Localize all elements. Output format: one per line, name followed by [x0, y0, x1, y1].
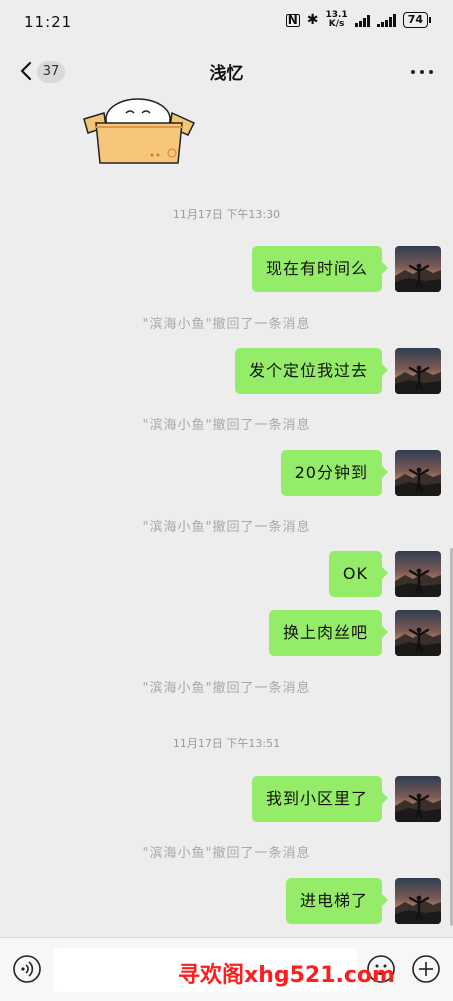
battery-icon: 74: [402, 12, 431, 28]
status-bar: 11:21 N ✱ 13.1 K/s 74: [0, 0, 453, 44]
cat-in-box-sticker[interactable]: [76, 97, 196, 167]
timestamp: 11月17日 下午13:30: [172, 208, 281, 221]
avatar[interactable]: [395, 348, 441, 394]
message-row: 发个定位我过去: [234, 348, 441, 394]
battery-level: 74: [402, 12, 428, 28]
add-icon[interactable]: [411, 954, 441, 984]
message-bubble[interactable]: OK: [328, 551, 389, 597]
message-row: 换上肉丝吧: [268, 610, 441, 656]
nfc-icon: N: [285, 12, 300, 27]
timestamp: 11月17日 下午13:51: [172, 737, 281, 750]
net-speed-unit: K/s: [328, 19, 345, 29]
avatar[interactable]: [395, 878, 441, 924]
title-bar: 37 浅忆: [0, 44, 453, 100]
more-horizontal-icon[interactable]: [411, 70, 433, 74]
recall-notice: "滨海小鱼"撤回了一条消息: [142, 418, 311, 433]
message-row: OK: [328, 551, 441, 597]
status-icons: N ✱ 13.1 K/s 74: [285, 11, 431, 29]
recall-notice: "滨海小鱼"撤回了一条消息: [142, 520, 311, 535]
chat-title: 浅忆: [209, 64, 244, 84]
message-bubble[interactable]: 换上肉丝吧: [268, 610, 389, 656]
message-bubble[interactable]: 我到小区里了: [251, 776, 389, 822]
net-speed: 13.1 K/s: [325, 11, 347, 29]
recall-notice: "滨海小鱼"撤回了一条消息: [142, 317, 311, 332]
avatar[interactable]: [395, 246, 441, 292]
status-time: 11:21: [24, 13, 73, 31]
signal-icon: [354, 14, 370, 27]
message-bubble[interactable]: 现在有时间么: [251, 246, 389, 292]
signal-icon-2: [376, 13, 396, 27]
message-row: 进电梯了: [285, 878, 441, 924]
avatar[interactable]: [395, 610, 441, 656]
message-row: 我到小区里了: [251, 776, 441, 822]
voice-icon[interactable]: [12, 954, 42, 984]
bluetooth-icon: ✱: [306, 12, 319, 28]
message-row: 现在有时间么: [251, 246, 441, 292]
avatar[interactable]: [395, 551, 441, 597]
avatar[interactable]: [395, 776, 441, 822]
watermark-text: 寻欢阁xhg521.com: [178, 963, 395, 988]
recall-notice: "滨海小鱼"撤回了一条消息: [142, 681, 311, 696]
recall-notice: "滨海小鱼"撤回了一条消息: [142, 846, 311, 861]
message-bubble[interactable]: 进电梯了: [285, 878, 389, 924]
message-bubble[interactable]: 发个定位我过去: [234, 348, 389, 394]
avatar[interactable]: [395, 450, 441, 496]
message-bubble[interactable]: 20分钟到: [280, 450, 389, 496]
message-row: 20分钟到: [280, 450, 441, 496]
